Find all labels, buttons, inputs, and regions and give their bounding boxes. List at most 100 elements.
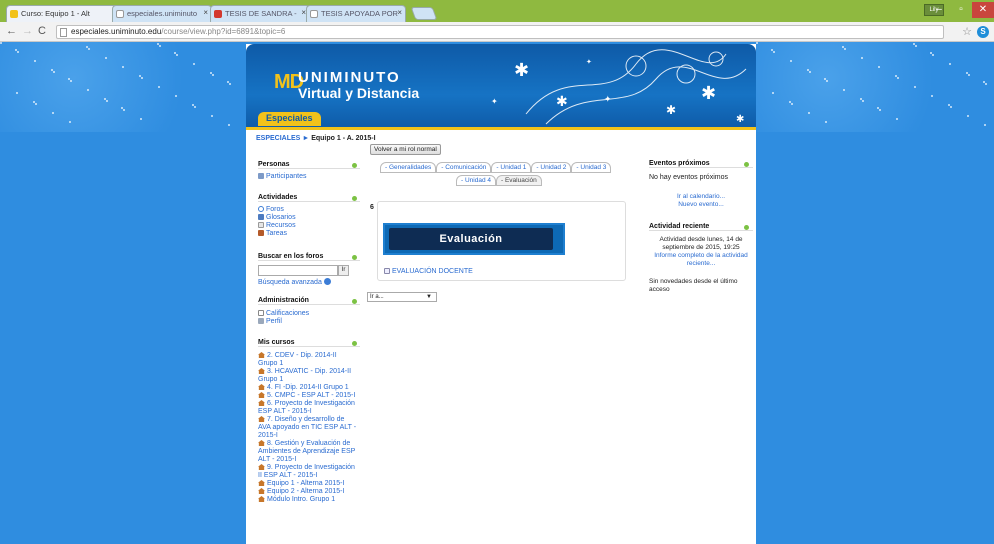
topic-tabs-row-2: - Unidad 4- Evaluación xyxy=(456,175,542,186)
tab-evaluacion[interactable]: - Evaluación xyxy=(496,175,542,186)
star-dot xyxy=(932,54,934,56)
forum-search-button[interactable]: Ir xyxy=(338,265,349,276)
resource-icon xyxy=(258,222,264,228)
close-icon[interactable]: × xyxy=(203,8,208,17)
star-dot xyxy=(141,77,143,79)
block-toggle-icon[interactable] xyxy=(352,341,357,346)
minimize-button[interactable]: ‒ xyxy=(928,2,950,18)
star-dot xyxy=(33,101,35,103)
svg-text:✱: ✱ xyxy=(514,60,529,80)
full-activity-report-link[interactable]: Informe completo de la actividad recient… xyxy=(649,252,753,268)
tab-unidad-1[interactable]: - Unidad 1 xyxy=(491,162,532,173)
moodle-page: ✱ ✱ ✱ ✦ ✱ ✱ ✦ ✦ MD UNIMINUTO Virtual y Dista… xyxy=(246,44,756,544)
my-courses-list: 2. CDEV - Dip. 2014-II Grupo 1 3. HCAVAT… xyxy=(258,352,358,504)
address-bar[interactable]: especiales.uniminuto.edu/course/view.php… xyxy=(56,25,944,39)
forum-search-input[interactable] xyxy=(258,265,338,276)
star-dot xyxy=(176,54,178,56)
breadcrumb: ESPECIALES ► Equipo 1 - A. 2015-I xyxy=(256,135,376,142)
star-dot xyxy=(983,81,985,83)
star-dot xyxy=(791,103,793,105)
close-window-button[interactable]: ✕ xyxy=(972,2,994,18)
course-link[interactable]: 4. FI -Dip. 2014-II Grupo 1 xyxy=(258,384,358,392)
jump-to-select[interactable]: Ir a... ▼ xyxy=(367,292,437,302)
star-dot xyxy=(878,66,880,68)
tab-label: TESIS APOYADA POR xyxy=(321,9,398,18)
browser-tab[interactable]: TESIS APOYADA POR × xyxy=(306,5,406,22)
new-event-link[interactable]: Nuevo evento... xyxy=(649,201,753,209)
tab-generalidades[interactable]: - Generalidades xyxy=(380,162,437,173)
foros-link[interactable]: Foros xyxy=(258,206,296,214)
star-dot xyxy=(842,46,844,48)
course-link[interactable]: 5. CMPC - ESP ALT - 2015-I xyxy=(258,392,358,400)
extension-icon[interactable]: S xyxy=(977,26,989,38)
new-tab-button[interactable] xyxy=(410,7,438,20)
course-link[interactable]: 6. Proyecto de Investigación ESP ALT - 2… xyxy=(258,400,358,416)
star-dot xyxy=(35,103,37,105)
glossary-icon xyxy=(258,214,264,220)
calendar-link[interactable]: Ir al calendario... xyxy=(649,193,753,201)
star-dot xyxy=(950,106,952,108)
glosarios-link[interactable]: Glosarios xyxy=(258,214,296,222)
breadcrumb-root-link[interactable]: ESPECIALES xyxy=(256,135,300,142)
personas-block: Participantes xyxy=(258,173,306,181)
star-dot xyxy=(844,48,846,50)
star-dot xyxy=(68,78,70,80)
back-arrow-icon[interactable]: ← xyxy=(6,25,17,37)
maximize-button[interactable]: ▫ xyxy=(950,2,972,18)
star-background-right xyxy=(756,42,994,132)
browser-tab[interactable]: especiales.uniminuto × xyxy=(112,5,212,22)
help-icon[interactable] xyxy=(323,278,331,285)
course-icon xyxy=(258,496,265,502)
calificaciones-link[interactable]: Calificaciones xyxy=(258,310,309,318)
block-toggle-icon[interactable] xyxy=(744,162,749,167)
course-icon xyxy=(258,480,265,486)
bookmark-star-icon[interactable]: ☆ xyxy=(962,25,972,38)
course-link[interactable]: 7. Diseño y desarrollo de AVA apoyado en… xyxy=(258,416,358,440)
star-dot xyxy=(807,69,809,71)
reload-icon[interactable]: C xyxy=(38,25,46,37)
document-icon xyxy=(384,268,390,274)
course-link[interactable]: 2. CDEV - Dip. 2014-II Grupo 1 xyxy=(258,352,358,368)
course-link[interactable]: 9. Proyecto de Investigación II ESP ALT … xyxy=(258,464,358,480)
block-toggle-icon[interactable] xyxy=(744,225,749,230)
course-link[interactable]: Equipo 2 - Alterna 2015-I xyxy=(258,488,358,496)
recursos-link[interactable]: Recursos xyxy=(258,222,296,230)
browser-tab-active[interactable]: Curso: Equipo 1 - Alt × xyxy=(6,5,122,22)
course-icon xyxy=(258,440,265,446)
tab-unidad-4[interactable]: - Unidad 4 xyxy=(456,175,496,186)
forward-arrow-icon[interactable]: → xyxy=(22,25,33,37)
block-toggle-icon[interactable] xyxy=(352,299,357,304)
block-toggle-icon[interactable] xyxy=(352,255,357,260)
block-toggle-icon[interactable] xyxy=(352,163,357,168)
tab-label: Curso: Equipo 1 - Alt xyxy=(21,9,90,18)
return-role-button[interactable]: Volver a mi rol normal xyxy=(370,144,441,155)
star-dot xyxy=(210,72,212,74)
tab-comunicacion[interactable]: - Comunicación xyxy=(436,162,492,173)
tareas-link[interactable]: Tareas xyxy=(258,230,296,238)
tab-label: TESIS DE SANDRA - xyxy=(225,9,297,18)
dropdown-arrow-icon: ▼ xyxy=(426,294,432,300)
course-icon xyxy=(258,392,265,398)
participants-link[interactable]: Participantes xyxy=(258,173,306,181)
tab-unidad-3[interactable]: - Unidad 3 xyxy=(571,162,612,173)
perfil-link[interactable]: Perfil xyxy=(258,318,309,326)
course-link[interactable]: 3. HCAVATIC - Dip. 2014-II Grupo 1 xyxy=(258,368,358,384)
evaluation-resource-link[interactable]: EVALUACIÓN DOCENTE xyxy=(384,268,473,275)
administracion-block: Calificaciones Perfil xyxy=(258,310,309,326)
events-links: Ir al calendario... Nuevo evento... xyxy=(649,193,753,209)
site-tab-especiales[interactable]: Especiales xyxy=(258,112,321,126)
course-icon xyxy=(258,400,265,406)
star-dot xyxy=(140,118,142,120)
activity-since-text: Actividad desde lunes, 14 de septiembre … xyxy=(659,236,743,251)
block-toggle-icon[interactable] xyxy=(352,196,357,201)
advanced-search-link[interactable]: Búsqueda avanzada xyxy=(258,279,322,286)
browser-tab[interactable]: TESIS DE SANDRA - × xyxy=(210,5,310,22)
banner-divider xyxy=(246,127,756,130)
star-dot xyxy=(69,121,71,123)
course-link[interactable]: Módulo Intro. Grupo 1 xyxy=(258,496,358,504)
close-icon[interactable]: × xyxy=(397,8,402,17)
course-link[interactable]: Equipo 1 - Alterna 2015-I xyxy=(258,480,358,488)
course-link[interactable]: 8. Gestión y Evaluación de Ambientes de … xyxy=(258,440,358,464)
tab-unidad-2[interactable]: - Unidad 2 xyxy=(531,162,572,173)
star-dot xyxy=(123,109,125,111)
